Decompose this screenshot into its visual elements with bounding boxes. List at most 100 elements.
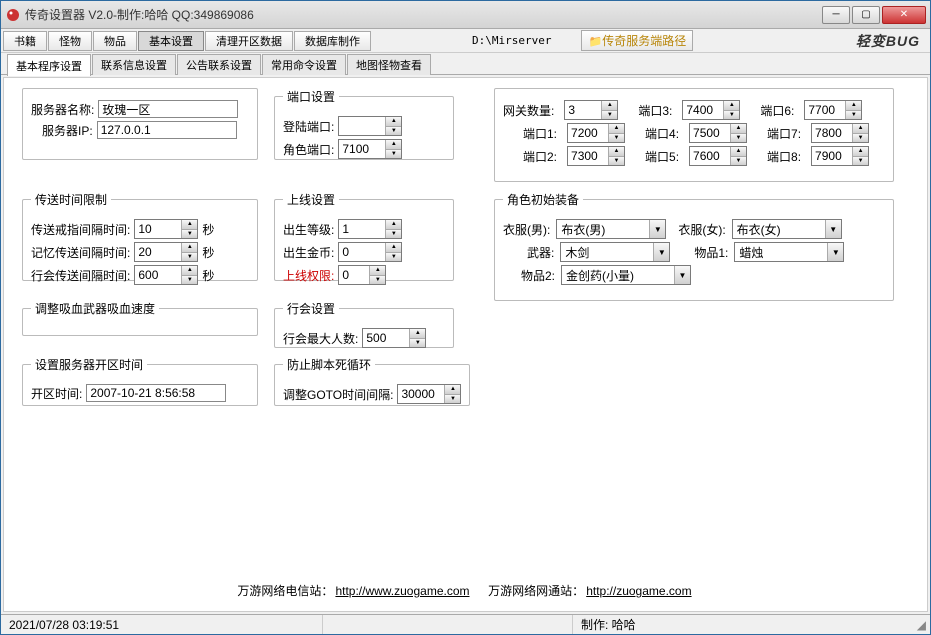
memory-interval-spinner[interactable]: ▲▼ xyxy=(134,242,198,262)
ring-interval-spinner[interactable]: ▲▼ xyxy=(134,219,198,239)
port2-label: 端口2: xyxy=(523,148,557,165)
chevron-down-icon[interactable]: ▼ xyxy=(653,243,669,261)
tab-announce[interactable]: 公告联系设置 xyxy=(177,54,261,75)
group-online: 上线设置 出生等级:▲▼ 出生金币:▲▼ 上线权限:▲▼ xyxy=(274,191,454,281)
group-server: 服务器名称: 服务器IP: xyxy=(22,88,258,160)
toolbar-btn-book[interactable]: 书籍 xyxy=(3,31,47,51)
spin-down-icon[interactable]: ▼ xyxy=(182,230,197,239)
role-port-label: 角色端口: xyxy=(283,141,334,158)
cloth-f-combo[interactable]: 布衣(女)▼ xyxy=(732,219,842,239)
port3-label: 端口3: xyxy=(638,102,672,119)
group-opentime: 设置服务器开区时间 开区时间: xyxy=(22,356,258,406)
link-wt[interactable]: http://zuogame.com xyxy=(586,584,691,598)
group-equip: 角色初始装备 衣服(男): 布衣(男)▼ 衣服(女): 布衣(女)▼ 武器: 木… xyxy=(494,191,894,301)
guild-interval-spinner[interactable]: ▲▼ xyxy=(134,265,198,285)
guild-max-spinner[interactable]: ▲▼ xyxy=(362,328,426,348)
unit-sec: 秒 xyxy=(202,221,214,238)
online-perm-spinner[interactable]: ▲▼ xyxy=(338,265,386,285)
opentime-input[interactable] xyxy=(86,384,226,402)
statusbar: 2021/07/28 03:19:51 制作: 哈哈 ◢ xyxy=(1,614,930,634)
port4-label: 端口4: xyxy=(645,125,679,142)
opentime-legend: 设置服务器开区时间 xyxy=(31,356,147,373)
app-icon xyxy=(5,7,21,23)
spin-up-icon[interactable]: ▲ xyxy=(182,220,197,230)
port7-label: 端口7: xyxy=(767,125,801,142)
maximize-button[interactable]: ▢ xyxy=(852,6,880,24)
toolbar-btn-item[interactable]: 物品 xyxy=(93,31,137,51)
port1-label: 端口1: xyxy=(523,125,557,142)
birth-level-spinner[interactable]: ▲▼ xyxy=(338,219,402,239)
birth-level-label: 出生等级: xyxy=(283,221,334,238)
guild-interval-label: 行会传送间隔时间: xyxy=(31,267,130,284)
guild-max-label: 行会最大人数: xyxy=(283,330,358,347)
login-port-spinner[interactable]: ▲▼ xyxy=(338,116,402,136)
toolbar-btn-monster[interactable]: 怪物 xyxy=(48,31,92,51)
gateway-count-label: 网关数量: xyxy=(503,102,554,119)
main-toolbar: 书籍 怪物 物品 基本设置 清理开区数据 数据库制作 D:\Mirserver … xyxy=(1,29,930,53)
status-time: 2021/07/28 03:19:51 xyxy=(1,615,323,634)
tab-commands[interactable]: 常用命令设置 xyxy=(262,54,346,75)
brand-logo: 轻变BUG xyxy=(856,31,920,51)
window-title: 传奇设置器 V2.0-制作:哈哈 QQ:349869086 xyxy=(25,6,822,23)
port2-spinner[interactable]: ▲▼ xyxy=(567,146,625,166)
port5-label: 端口5: xyxy=(645,148,679,165)
item2-combo[interactable]: 金创药(小量)▼ xyxy=(561,265,691,285)
port-legend: 端口设置 xyxy=(283,88,339,105)
toolbar-btn-cleanup[interactable]: 清理开区数据 xyxy=(205,31,293,51)
tab-mapmon[interactable]: 地图怪物查看 xyxy=(347,54,431,75)
login-port-label: 登陆端口: xyxy=(283,118,334,135)
minimize-button[interactable]: ─ xyxy=(822,6,850,24)
birth-gold-label: 出生金币: xyxy=(283,244,334,261)
toolbar-btn-basic[interactable]: 基本设置 xyxy=(138,31,204,51)
goto-label: 调整GOTO时间间隔: xyxy=(283,386,393,403)
tab-strip: 基本程序设置 联系信息设置 公告联系设置 常用命令设置 地图怪物查看 xyxy=(1,53,930,75)
group-guild: 行会设置 行会最大人数:▲▼ xyxy=(274,300,454,348)
ring-interval-label: 传送戒指间隔时间: xyxy=(31,221,130,238)
script-legend: 防止脚本死循环 xyxy=(283,356,375,373)
chevron-down-icon[interactable]: ▼ xyxy=(825,220,841,238)
equip-legend: 角色初始装备 xyxy=(503,191,583,208)
group-transfer: 传送时间限制 传送戒指间隔时间:▲▼秒 记忆传送间隔时间:▲▼秒 行会传送间隔时… xyxy=(22,191,258,281)
chevron-down-icon[interactable]: ▼ xyxy=(674,266,690,284)
server-path: D:\Mirserver xyxy=(472,34,551,47)
item1-combo[interactable]: 蜡烛▼ xyxy=(734,242,844,262)
group-script: 防止脚本死循环 调整GOTO时间间隔:▲▼ xyxy=(274,356,470,406)
server-name-label: 服务器名称: xyxy=(31,101,94,118)
port3-spinner[interactable]: ▲▼ xyxy=(682,100,740,120)
port1-spinner[interactable]: ▲▼ xyxy=(567,123,625,143)
link-dx[interactable]: http://www.zuogame.com xyxy=(335,584,469,598)
toolbar-btn-db[interactable]: 数据库制作 xyxy=(294,31,371,51)
port8-spinner[interactable]: ▲▼ xyxy=(811,146,869,166)
gateway-count-spinner[interactable]: ▲▼ xyxy=(564,100,618,120)
close-button[interactable]: ✕ xyxy=(882,6,926,24)
cloth-m-label: 衣服(男): xyxy=(503,221,550,238)
port4-spinner[interactable]: ▲▼ xyxy=(689,123,747,143)
resize-grip-icon[interactable]: ◢ xyxy=(917,618,930,632)
path-button[interactable]: 📁传奇服务端路径 xyxy=(581,30,693,51)
port6-spinner[interactable]: ▲▼ xyxy=(804,100,862,120)
weapon-combo[interactable]: 木剑▼ xyxy=(560,242,670,262)
group-port: 端口设置 登陆端口:▲▼ 角色端口:▲▼ xyxy=(274,88,454,160)
chevron-down-icon[interactable]: ▼ xyxy=(649,220,665,238)
cloth-m-combo[interactable]: 布衣(男)▼ xyxy=(556,219,666,239)
online-perm-label: 上线权限: xyxy=(283,267,334,284)
group-blood: 调整吸血武器吸血速度 xyxy=(22,300,258,336)
tab-contact[interactable]: 联系信息设置 xyxy=(92,54,176,75)
server-ip-input[interactable] xyxy=(97,121,237,139)
role-port-spinner[interactable]: ▲▼ xyxy=(338,139,402,159)
port5-spinner[interactable]: ▲▼ xyxy=(689,146,747,166)
goto-spinner[interactable]: ▲▼ xyxy=(397,384,461,404)
server-name-input[interactable] xyxy=(98,100,238,118)
port8-label: 端口8: xyxy=(767,148,801,165)
opentime-label: 开区时间: xyxy=(31,385,82,402)
content-area: 服务器名称: 服务器IP: 传送时间限制 传送戒指间隔时间:▲▼秒 记忆传送间隔… xyxy=(3,77,928,612)
item2-label: 物品2: xyxy=(521,267,555,284)
port6-label: 端口6: xyxy=(760,102,794,119)
port7-spinner[interactable]: ▲▼ xyxy=(811,123,869,143)
server-ip-label: 服务器IP: xyxy=(42,122,93,139)
birth-gold-spinner[interactable]: ▲▼ xyxy=(338,242,402,262)
tab-basic-program[interactable]: 基本程序设置 xyxy=(7,54,91,76)
chevron-down-icon[interactable]: ▼ xyxy=(827,243,843,261)
footer-links: 万游网络电信站：http://www.zuogame.com 万游网络网通站：h… xyxy=(4,582,927,599)
blood-legend: 调整吸血武器吸血速度 xyxy=(31,300,159,317)
